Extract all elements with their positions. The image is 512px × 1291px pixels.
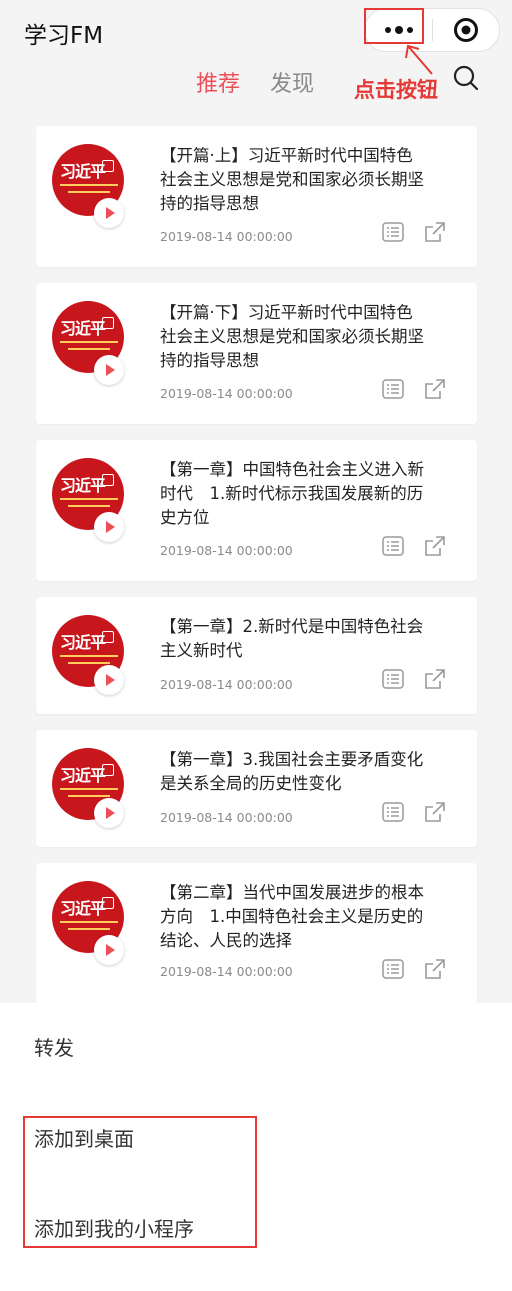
item-title-line: 方向 1.中国特色社会主义是历史的 [160,907,424,926]
cover-logo-text: 习近平 [60,899,106,918]
cover-stripe [60,655,118,657]
cover-logo-text: 习近平 [60,766,106,785]
item-title-line: 【开篇·上】习近平新时代中国特色 [160,146,413,165]
list-item[interactable]: 习近平 【开篇·下】习近平新时代中国特色 社会主义思想是党和国家必须长期坚 持的… [36,283,477,424]
item-title-line: 【第一章】中国特色社会主义进入新 [160,460,424,479]
play-icon [106,944,115,956]
playlist-icon[interactable] [382,379,404,399]
play-button[interactable] [94,665,124,695]
search-icon[interactable] [452,64,480,92]
cover-stripe [68,348,110,350]
item-title-line: 时代 1.新时代标示我国发展新的历 [160,484,424,503]
playlist-icon[interactable] [382,802,404,822]
playlist-icon[interactable] [382,959,404,979]
play-button[interactable] [94,935,124,965]
item-title-line: 【开篇·下】习近平新时代中国特色 [160,303,413,322]
list-item[interactable]: 习近平 【第一章】3.我国社会主要矛盾变化 是关系全局的历史性变化 2019-0… [36,730,477,847]
item-title-line: 社会主义思想是党和国家必须长期坚 [160,327,424,346]
more-button-highlight [364,8,424,44]
item-title-line: 结论、人民的选择 [160,931,292,950]
play-icon [106,674,115,686]
play-button[interactable] [94,798,124,828]
play-button[interactable] [94,198,124,228]
cover-stripe [68,928,110,930]
list-item[interactable]: 习近平 【第一章】2.新时代是中国特色社会 主义新时代 2019-08-14 0… [36,597,477,714]
cover-stripe [60,921,118,923]
book-icon [102,474,114,486]
item-title-line: 社会主义思想是党和国家必须长期坚 [160,170,424,189]
app-title: 学习FM [24,23,104,49]
play-icon [106,807,115,819]
item-date: 2019-08-14 00:00:00 [160,386,293,401]
sheet-item-forward[interactable]: 转发 [34,1032,74,1061]
item-title: 【开篇·下】习近平新时代中国特色 社会主义思想是党和国家必须长期坚 持的指导思想 [160,301,450,373]
share-icon[interactable] [424,221,446,243]
book-icon [102,897,114,909]
book-icon [102,160,114,172]
item-date: 2019-08-14 00:00:00 [160,810,293,825]
item-title: 【第一章】2.新时代是中国特色社会 主义新时代 [160,615,450,663]
item-title-line: 主义新时代 [160,641,243,660]
share-icon[interactable] [424,668,446,690]
target-circle-icon [453,18,478,42]
play-icon [106,207,115,219]
item-title: 【开篇·上】习近平新时代中国特色 社会主义思想是党和国家必须长期坚 持的指导思想 [160,144,450,216]
tab-recommend[interactable]: 推荐 [196,66,240,98]
cover-logo-text: 习近平 [60,476,106,495]
cover-stripe [68,795,110,797]
book-icon [102,317,114,329]
share-icon[interactable] [424,535,446,557]
play-icon [106,364,115,376]
cover-stripe [68,505,110,507]
item-title-line: 【第一章】3.我国社会主要矛盾变化 [160,750,424,769]
cover-stripe [60,498,118,500]
item-title-line: 是关系全局的历史性变化 [160,774,342,793]
item-title-line: 【第一章】2.新时代是中国特色社会 [160,617,424,636]
item-date: 2019-08-14 00:00:00 [160,677,293,692]
item-date: 2019-08-14 00:00:00 [160,229,293,244]
cover-stripe [60,788,118,790]
share-icon[interactable] [424,958,446,980]
cover-stripe [68,191,110,193]
play-button[interactable] [94,512,124,542]
list-item[interactable]: 习近平 【第二章】当代中国发展进步的根本 方向 1.中国特色社会主义是历史的 结… [36,863,477,1004]
playlist-icon[interactable] [382,536,404,556]
share-icon[interactable] [424,378,446,400]
item-title-line: 史方位 [160,508,210,527]
play-button[interactable] [94,355,124,385]
item-title-line: 【第二章】当代中国发展进步的根本 [160,883,424,902]
share-icon[interactable] [424,801,446,823]
list-item[interactable]: 习近平 【第一章】中国特色社会主义进入新 时代 1.新时代标示我国发展新的历 史… [36,440,477,581]
item-date: 2019-08-14 00:00:00 [160,964,293,979]
close-button[interactable] [432,9,499,51]
item-title-line: 持的指导思想 [160,351,259,370]
cover-stripe [60,341,118,343]
item-title: 【第一章】中国特色社会主义进入新 时代 1.新时代标示我国发展新的历 史方位 [160,458,450,530]
item-title: 【第一章】3.我国社会主要矛盾变化 是关系全局的历史性变化 [160,748,450,796]
item-title: 【第二章】当代中国发展进步的根本 方向 1.中国特色社会主义是历史的 结论、人民… [160,881,450,953]
sheet-highlight-box [23,1116,257,1248]
item-title-line: 持的指导思想 [160,194,259,213]
cover-logo-text: 习近平 [60,162,106,181]
tab-discover[interactable]: 发现 [270,66,314,98]
list-item[interactable]: 习近平 【开篇·上】习近平新时代中国特色 社会主义思想是党和国家必须长期坚 持的… [36,126,477,267]
cover-stripe [60,184,118,186]
book-icon [102,631,114,643]
item-date: 2019-08-14 00:00:00 [160,543,293,558]
book-icon [102,764,114,776]
playlist-icon[interactable] [382,669,404,689]
cover-stripe [68,662,110,664]
playlist-icon[interactable] [382,222,404,242]
play-icon [106,521,115,533]
cover-logo-text: 习近平 [60,319,106,338]
cover-logo-text: 习近平 [60,633,106,652]
tab-bar: 推荐 发现 [0,66,512,100]
